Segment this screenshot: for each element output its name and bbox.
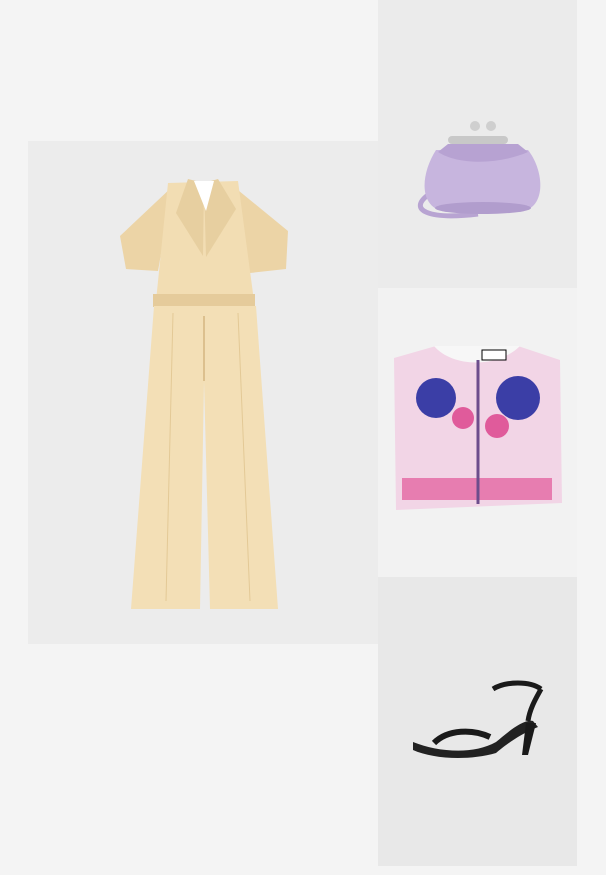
sandal-product-tile[interactable] — [378, 577, 577, 866]
sandal-image — [413, 680, 544, 759]
cropped-top-image — [394, 346, 562, 510]
jumpsuit-image — [120, 179, 288, 609]
cropped-top-product-tile[interactable] — [378, 288, 577, 577]
jumpsuit-product-tile[interactable] — [28, 141, 378, 644]
clutch-bag-product-tile[interactable] — [378, 0, 577, 288]
clutch-bag-image — [418, 121, 541, 219]
